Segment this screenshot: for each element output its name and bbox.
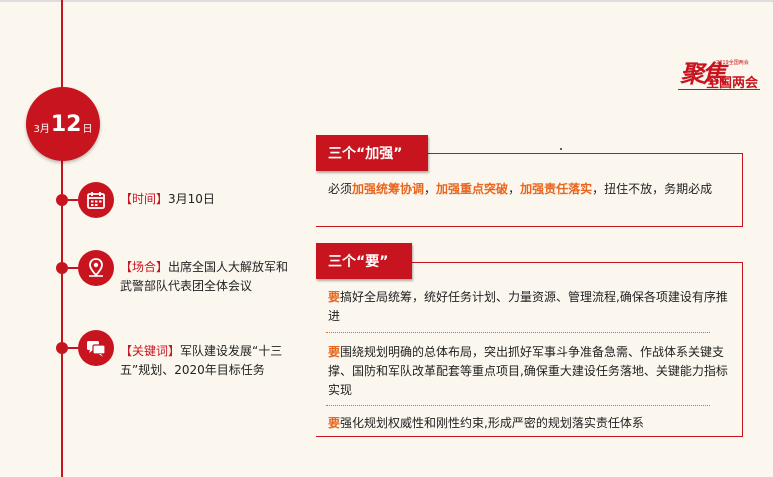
time-label: 【时间】	[120, 192, 169, 206]
time-value: 3月10日	[168, 192, 215, 206]
focus-two-sessions-logo: 聚焦 2019全国两会 全国两会	[676, 54, 766, 94]
requirement-text: 搞好全局统筹，统好任务计划、力量资源、管理流程,确保各项建设有序推进	[328, 290, 728, 323]
requirement-divider	[326, 405, 710, 406]
section-requirements-top-line	[388, 262, 742, 263]
strengthen-suffix: ，扭住不放，务期必成	[592, 182, 713, 196]
info-keyword: 【关键词】军队建设发展“十三五”规划、2020年目标任务	[120, 342, 300, 380]
timeline-connector-place	[68, 267, 78, 269]
location-pin-icon	[78, 250, 114, 286]
chat-bubble-icon	[78, 330, 114, 366]
requirement-marker: 要	[328, 416, 341, 430]
requirement-item-3: 要强化规划权威性和刚性约束,形成严密的规划落实责任体系	[328, 414, 728, 433]
top-border	[0, 0, 773, 2]
strengthen-prefix: 必须	[328, 182, 353, 196]
strengthen-highlight-2: 加强重点突破	[436, 182, 509, 196]
calendar-icon	[78, 182, 114, 218]
requirement-divider	[326, 332, 710, 333]
requirement-item-2: 要围绕规划明确的总体布局，突出抓好军事斗争准备急需、作战体系关键支撑、国防和军队…	[328, 343, 728, 400]
requirement-marker: 要	[328, 290, 341, 304]
place-label: 【场合】	[120, 260, 169, 274]
requirement-item-1: 要搞好全局统筹，统好任务计划、力量资源、管理流程,确保各项建设有序推进	[328, 288, 728, 326]
logo-underline	[678, 89, 760, 90]
info-time: 【时间】3月10日	[120, 190, 300, 209]
timeline-line	[61, 0, 63, 477]
strengthen-highlight-3: 加强责任落实	[520, 182, 593, 196]
section-strengthen-top-line	[404, 153, 742, 154]
timeline-dot-time	[56, 194, 68, 206]
timeline-dot-keyword	[56, 342, 68, 354]
section-strengthen-text: 必须加强统筹协调，加强重点突破，加强责任落实，扭住不放，务期必成	[328, 180, 728, 199]
strengthen-sep-1: ，	[424, 182, 437, 196]
section-requirements-tag: 三个“要”	[316, 243, 412, 279]
info-place: 【场合】出席全国人大解放军和武警部队代表团全体会议	[120, 258, 300, 296]
timeline-connector-time	[68, 199, 78, 201]
date-month: 3月	[33, 123, 50, 135]
strengthen-highlight-1: 加强统筹协调	[352, 182, 425, 196]
date-suffix: 日	[82, 123, 93, 135]
keyword-label: 【关键词】	[120, 344, 181, 358]
logo-small-text: 2019全国两会	[716, 60, 749, 66]
date-day: 12	[50, 111, 82, 137]
requirement-marker: 要	[328, 345, 341, 359]
requirement-text: 围绕规划明确的总体布局，突出抓好军事斗争准备急需、作战体系关键支撑、国防和军队改…	[328, 345, 728, 397]
timeline-connector-keyword	[68, 347, 78, 349]
date-badge: 3月 12 日	[26, 87, 100, 161]
strengthen-sep-2: ，	[508, 182, 521, 196]
requirement-text: 强化规划权威性和刚性约束,形成严密的规划落实责任体系	[340, 416, 644, 430]
section-strengthen-tag: 三个“加强”	[316, 135, 428, 171]
timeline-dot-place	[56, 262, 68, 274]
stray-dot	[560, 148, 562, 150]
